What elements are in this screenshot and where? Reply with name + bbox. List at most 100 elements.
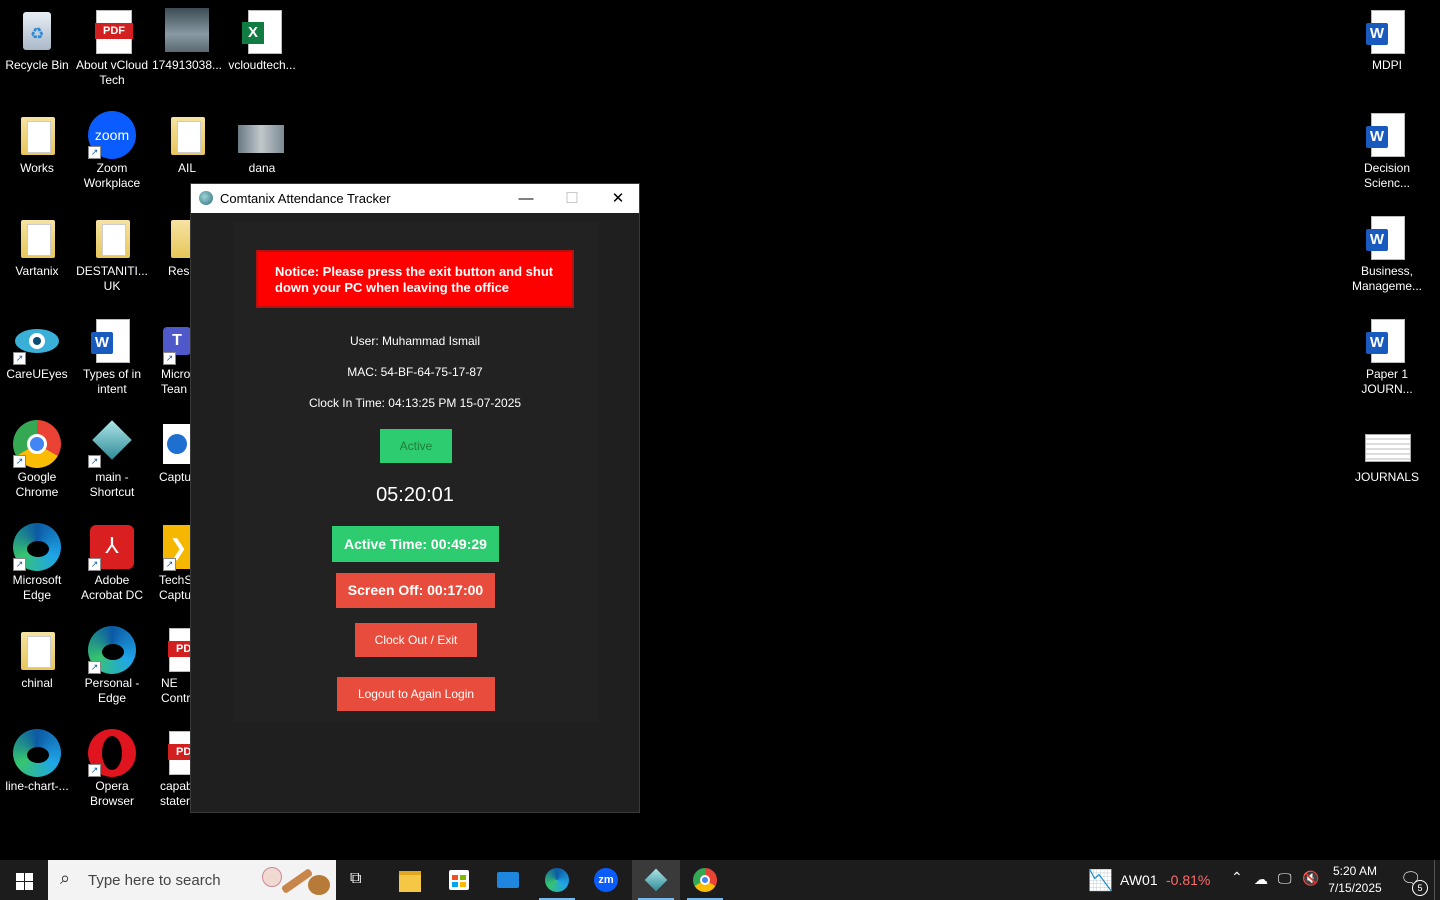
- excel-icon: X: [238, 8, 286, 56]
- desktop-icon-works[interactable]: Works: [0, 103, 74, 176]
- show-hidden-icons-button[interactable]: ⌃: [1226, 860, 1250, 900]
- shortcut-arrow-icon: ↗: [88, 146, 101, 159]
- cloud-icon: ☁: [1254, 871, 1268, 887]
- desktop-icon-label: Resu: [168, 264, 190, 278]
- logout-button[interactable]: Logout to Again Login: [337, 677, 495, 711]
- techsmith-icon: ❯ ↗: [163, 523, 190, 571]
- shortcut-arrow-icon: ↗: [13, 558, 26, 571]
- maximize-icon: ☐: [565, 190, 579, 207]
- desktop-icon-capability-statement[interactable]: PDF capab stater: [150, 721, 190, 809]
- desktop-icon-line-chart[interactable]: line-chart-...: [0, 721, 74, 794]
- desktop-icon-main-shortcut[interactable]: ↗ main - Shortcut: [75, 412, 149, 500]
- desktop-icon-chinal[interactable]: chinal: [0, 618, 74, 691]
- taskbar-edge[interactable]: [533, 860, 581, 900]
- taskbar-search-box[interactable]: ⌕ Type here to search: [48, 860, 336, 900]
- clock-in-label: Clock In Time: 04:13:25 PM 15-07-2025: [308, 396, 522, 410]
- taskbar-zoom[interactable]: zm: [582, 860, 630, 900]
- desktop-icon-techsmith-capture[interactable]: ❯ ↗ TechS Captu: [150, 515, 190, 603]
- desktop-icon-mdpi[interactable]: W MDPI: [1350, 0, 1424, 73]
- pdf-icon: PDF: [163, 729, 190, 777]
- desktop-icon-about-vcloud-tech[interactable]: PDF About vCloud Tech: [75, 0, 149, 88]
- clock-tray[interactable]: 5:20 AM 7/15/2025: [1324, 860, 1386, 900]
- desktop-icon-google-chrome[interactable]: ↗ Google Chrome: [0, 412, 74, 500]
- desktop-icon-label: vcloudtech...: [228, 58, 296, 72]
- shortcut-arrow-icon: ↗: [163, 352, 176, 365]
- window-titlebar[interactable]: Comtanix Attendance Tracker — ☐ ✕: [191, 184, 639, 213]
- desktop-icon-label: Adobe Acrobat DC: [80, 573, 144, 602]
- desktop-icon-label: Types of in intent: [82, 367, 142, 396]
- minimize-icon: —: [518, 190, 534, 207]
- minimize-button[interactable]: —: [503, 184, 549, 213]
- desktop-icon-personal-edge[interactable]: ↗ Personal - Edge: [75, 618, 149, 706]
- desktop-icon-destaniti-uk[interactable]: DESTANITI... UK: [75, 206, 149, 294]
- taskbar-file-explorer[interactable]: [386, 860, 434, 900]
- desktop-icon-journals[interactable]: JOURNALS: [1350, 412, 1424, 485]
- desktop-icon-label: Works: [20, 161, 54, 175]
- folder-icon: [13, 111, 61, 159]
- stock-down-chart-icon: 📉: [1088, 870, 1113, 892]
- volume-tray-button[interactable]: 🔇: [1300, 860, 1322, 900]
- crystal-icon: [644, 868, 668, 892]
- taskbar-mail[interactable]: [484, 860, 532, 900]
- desktop-icon-teams[interactable]: T ↗ Micro Tean: [150, 309, 190, 397]
- onedrive-tray-button[interactable]: ☁: [1252, 860, 1274, 900]
- desktop-icon-adobe-acrobat[interactable]: ⅄ ↗ Adobe Acrobat DC: [75, 515, 149, 603]
- network-icon: 🖵: [1278, 870, 1292, 886]
- recycle-bin-icon: ♻: [13, 8, 61, 56]
- desktop-icon-label: CareUEyes: [6, 367, 68, 381]
- desktop-icon-label: Zoom Workplace: [83, 161, 141, 190]
- desktop-icon-paper-journal[interactable]: W Paper 1 JOURN...: [1350, 309, 1424, 397]
- edge-icon: ↗: [13, 523, 61, 571]
- network-tray-button[interactable]: 🖵: [1276, 860, 1298, 900]
- search-highlight-art-icon: [260, 863, 332, 897]
- taskbar-chrome[interactable]: [681, 860, 729, 900]
- desktop-icon-microsoft-edge[interactable]: ↗ Microsoft Edge: [0, 515, 74, 603]
- desktop-icon-label: AIL: [177, 161, 196, 175]
- show-desktop-button[interactable]: [1434, 860, 1440, 900]
- shortcut-arrow-icon: ↗: [88, 661, 101, 674]
- document-thumbnail-icon: [1363, 420, 1411, 468]
- desktop-icon-types-of-intent[interactable]: W Types of in intent: [75, 309, 149, 397]
- search-icon: ⌕: [60, 868, 71, 888]
- clock-out-button[interactable]: Clock Out / Exit: [355, 623, 477, 657]
- taskbar-attendance-tracker[interactable]: [632, 860, 680, 900]
- shortcut-arrow-icon: ↗: [13, 455, 26, 468]
- close-button[interactable]: ✕: [595, 184, 641, 213]
- notice-banner: Notice: Please press the exit button and…: [256, 250, 574, 308]
- desktop-icon-label: capab stater: [160, 779, 190, 808]
- stock-widget[interactable]: 📉 AW01 -0.81%: [1086, 860, 1216, 900]
- desktop-icon-capture[interactable]: Captu: [150, 412, 190, 485]
- word-icon: W: [1363, 214, 1411, 262]
- user-label: User: Muhammad Ismail: [349, 334, 481, 348]
- desktop-icon-business-management[interactable]: W Business, Manageme...: [1350, 206, 1424, 294]
- desktop-icon-vcloudtech-excel[interactable]: X vcloudtech...: [225, 0, 299, 73]
- desktop-icon-label: 174913038...: [151, 58, 223, 72]
- task-view-button[interactable]: ⧉: [336, 860, 384, 900]
- word-icon: W: [1363, 8, 1411, 56]
- desktop-icon-dana[interactable]: dana: [225, 103, 299, 176]
- desktop-icon-image-file[interactable]: 174913038...: [150, 0, 224, 73]
- start-button[interactable]: [0, 860, 48, 900]
- desktop-icon-label: Captu: [159, 470, 190, 484]
- desktop-icon-ne-contract[interactable]: PDF NE Contr: [150, 618, 190, 706]
- notification-center-button[interactable]: 🗨 5: [1390, 860, 1430, 900]
- desktop-icon-ail[interactable]: AIL: [150, 103, 224, 176]
- desktop-icon-opera-browser[interactable]: ↗ Opera Browser: [75, 721, 149, 809]
- desktop-icon-careueyes[interactable]: ↗ CareUEyes: [0, 309, 74, 382]
- desktop-icon-label: Paper 1 JOURN...: [1361, 367, 1413, 396]
- zoom-icon: zm: [594, 868, 618, 892]
- desktop-icon-zoom-workplace[interactable]: zoom ↗ Zoom Workplace: [75, 103, 149, 191]
- desktop-icon-vartanix[interactable]: Vartanix: [0, 206, 74, 279]
- clock-date: 7/15/2025: [1328, 881, 1382, 895]
- folder-icon: [88, 214, 136, 262]
- opera-icon: ↗: [88, 729, 136, 777]
- taskbar-microsoft-store[interactable]: [435, 860, 483, 900]
- maximize-button[interactable]: ☐: [549, 184, 595, 213]
- desktop-icon-label: MDPI: [1372, 58, 1402, 72]
- desktop-icon-label: chinal: [21, 676, 53, 690]
- teams-icon: T ↗: [163, 317, 190, 365]
- desktop-icon-recycle-bin[interactable]: ♻ Recycle Bin: [0, 0, 74, 73]
- word-icon: W: [1363, 111, 1411, 159]
- desktop-icon-decision-science[interactable]: W Decision Scienc...: [1350, 103, 1424, 191]
- desktop-icon-resu[interactable]: Resu: [150, 206, 190, 279]
